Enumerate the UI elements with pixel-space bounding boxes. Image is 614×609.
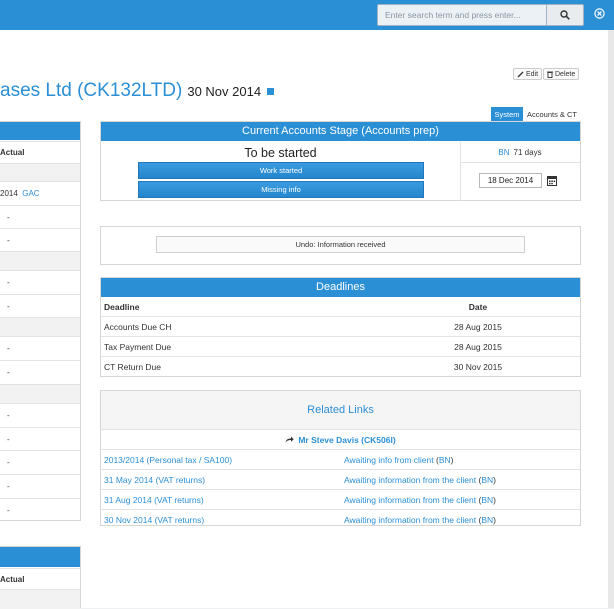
deadline-date: 28 Aug 2015: [376, 336, 580, 357]
deadlines-table: Deadline Date Accounts Due CH 28 Aug 201…: [101, 297, 580, 376]
missing-info-button[interactable]: Missing info: [138, 181, 424, 198]
col-date: Date: [468, 301, 488, 312]
page-title: ases Ltd (CK132LTD) 30 Nov 2014: [0, 80, 275, 102]
table-row: -: [0, 294, 80, 317]
related-person-row: Mr Steve Davis (CK506I): [101, 430, 580, 450]
left-panel-header: [0, 122, 80, 140]
table-row: CT Return Due 30 Nov 2015: [101, 356, 580, 376]
table-row: -: [0, 403, 80, 427]
calendar-icon[interactable]: [547, 175, 557, 186]
table-row: 2014 GAC: [0, 181, 80, 205]
tab-accounts-ct[interactable]: Accounts & CT: [524, 107, 580, 121]
search-icon: [560, 10, 570, 20]
left-summary-panel: Actual 2014 GAC - - - - - - - - - - -: [0, 121, 81, 521]
deadline-date: 28 Aug 2015: [376, 316, 580, 337]
related-link[interactable]: 31 Aug 2014 (VAT returns): [104, 495, 204, 505]
deadlines-panel: Deadlines Deadline Date Accounts Due CH …: [100, 277, 581, 377]
left-lower-col-header: Actual: [0, 568, 80, 589]
related-assignee[interactable]: BN: [481, 515, 493, 525]
related-link[interactable]: 2013/2014 (Personal tax / SA100): [104, 455, 232, 465]
search-box: [377, 4, 584, 26]
trash-icon: [547, 71, 553, 78]
table-row: -: [0, 336, 80, 360]
related-links-panel: Related Links Mr Steve Davis (CK506I) 20…: [100, 390, 581, 526]
deadline-name: Accounts Due CH: [101, 316, 376, 337]
stage-date-input[interactable]: [479, 173, 542, 188]
table-row: [0, 251, 80, 270]
related-assignee[interactable]: BN: [481, 475, 493, 485]
related-assignee[interactable]: BN: [481, 495, 493, 505]
deadline-name: CT Return Due: [101, 356, 376, 376]
related-status: Awaiting information from the client (BN…: [344, 515, 497, 525]
left-lower-panel: Actual: [0, 546, 81, 609]
days-count: 71 days: [513, 147, 542, 157]
pencil-icon: [517, 71, 524, 77]
left-panel-col-header: Actual: [0, 141, 80, 163]
table-row: -: [0, 270, 80, 294]
list-item: 30 Nov 2014 (VAT returns) Awaiting infor…: [101, 510, 580, 529]
related-status: Awaiting information from the client (BN…: [344, 475, 497, 485]
square-icon: [267, 88, 275, 95]
related-assignee[interactable]: BN: [439, 455, 451, 465]
gac-link[interactable]: GAC: [22, 189, 39, 198]
table-row: -: [0, 205, 80, 228]
work-started-button[interactable]: Work started: [138, 162, 424, 179]
related-status: Awaiting info from client (BN): [344, 455, 454, 465]
related-link[interactable]: 30 Nov 2014 (VAT returns): [104, 515, 204, 525]
table-row: -: [0, 474, 80, 498]
search-input[interactable]: [377, 4, 547, 26]
table-row: Accounts Due CH 28 Aug 2015: [101, 316, 580, 337]
list-item: 31 May 2014 (VAT returns) Awaiting infor…: [101, 470, 580, 490]
deadline-name: Tax Payment Due: [101, 336, 376, 357]
deadline-date: 30 Nov 2015: [376, 356, 580, 376]
list-item: 2013/2014 (Personal tax / SA100) Awaitin…: [101, 450, 580, 470]
undo-button[interactable]: Undo: Information received: [156, 236, 525, 253]
table-row: [0, 163, 80, 181]
table-row: -: [0, 427, 80, 450]
table-row: -: [0, 360, 80, 384]
close-circle-icon[interactable]: [594, 8, 605, 19]
edit-label: Edit: [526, 70, 539, 78]
assignee-link[interactable]: BN: [498, 148, 509, 157]
table-header-row: Deadline Date: [101, 297, 580, 317]
period-date: 30 Nov 2014: [187, 84, 262, 99]
related-link[interactable]: 31 May 2014 (VAT returns): [104, 475, 205, 485]
stage-status: To be started: [244, 146, 317, 160]
tab-system[interactable]: System: [491, 107, 523, 121]
left-lower-header: [0, 547, 80, 567]
undo-panel: Undo: Information received: [100, 226, 581, 265]
col-deadline: Deadline: [104, 301, 140, 312]
stage-heading: Current Accounts Stage (Accounts prep): [101, 122, 580, 141]
related-status: Awaiting information from the client (BN…: [344, 495, 497, 505]
share-arrow-icon: [285, 436, 295, 443]
table-row: -: [0, 228, 80, 251]
table-row: -: [0, 450, 80, 474]
list-item: 31 Aug 2014 (VAT returns) Awaiting infor…: [101, 490, 580, 510]
deadlines-heading: Deadlines: [101, 278, 580, 297]
table-row: Tax Payment Due 28 Aug 2015: [101, 336, 580, 357]
table-row: [0, 384, 80, 403]
related-links-heading: Related Links: [101, 391, 580, 430]
accounts-stage-panel: Current Accounts Stage (Accounts prep) T…: [100, 121, 581, 201]
table-row: -: [0, 498, 80, 521]
delete-button[interactable]: Delete: [543, 68, 580, 80]
scrollbar-track[interactable]: [608, 30, 614, 608]
delete-label: Delete: [555, 70, 576, 78]
table-row: [0, 589, 80, 609]
edit-button[interactable]: Edit: [513, 68, 543, 80]
company-name: ases Ltd (CK132LTD): [0, 80, 183, 101]
top-bar: [0, 0, 614, 30]
search-button[interactable]: [547, 4, 584, 26]
table-row: [0, 317, 80, 336]
stage-assignee-row: BN 71 days: [460, 142, 580, 163]
related-person-link[interactable]: Mr Steve Davis (CK506I): [298, 435, 395, 445]
